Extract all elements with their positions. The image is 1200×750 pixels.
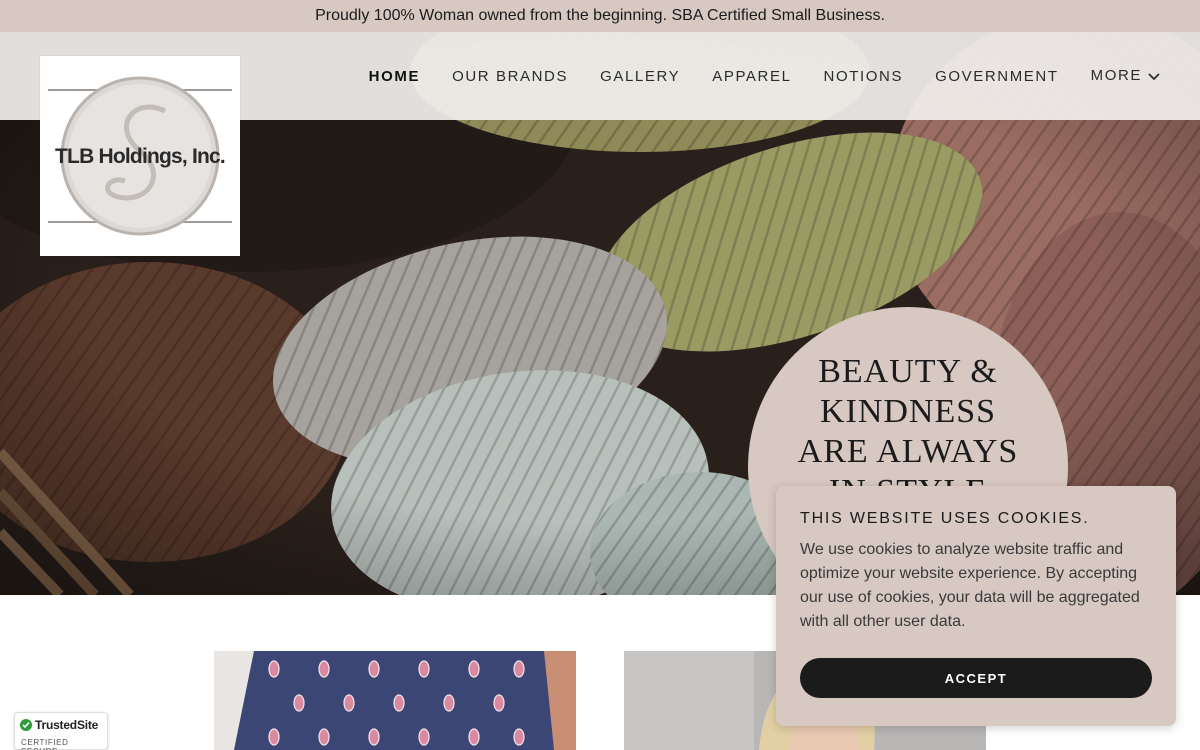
tagline-line: ARE ALWAYS — [797, 433, 1019, 470]
cookie-banner: THIS WEBSITE USES COOKIES. We use cookie… — [776, 486, 1176, 726]
trust-badge-subtitle: CERTIFIED SECURE — [21, 738, 69, 750]
product-card-dress[interactable] — [214, 651, 576, 750]
trust-badge-row: TrustedSite — [20, 718, 98, 732]
announcement-bar: Proudly 100% Woman owned from the beginn… — [0, 0, 1200, 32]
main-nav: HOME OUR BRANDS GALLERY APPAREL NOTIONS … — [337, 32, 1160, 120]
logo-image: TLB Holdings, Inc. — [48, 76, 232, 236]
dress-image — [214, 651, 576, 750]
checkmark-icon — [20, 719, 32, 731]
tagline-line: KINDNESS — [819, 393, 997, 430]
nav-notions[interactable]: NOTIONS — [824, 68, 904, 85]
accept-cookies-button[interactable]: ACCEPT — [800, 658, 1152, 698]
cookie-body: We use cookies to analyze website traffi… — [800, 541, 1140, 630]
trust-badge-name: TrustedSite — [35, 718, 99, 732]
announcement-text: Proudly 100% Woman owned from the beginn… — [315, 7, 885, 24]
tagline-line: BEAUTY & — [818, 353, 998, 390]
nav-gallery[interactable]: GALLERY — [600, 68, 680, 85]
nav-our-brands[interactable]: OUR BRANDS — [452, 68, 568, 85]
trusted-site-badge[interactable]: TrustedSite CERTIFIED SECURE — [14, 712, 108, 750]
nav-more[interactable]: MORE — [1091, 67, 1160, 85]
company-logo[interactable]: TLB Holdings, Inc. — [40, 56, 240, 256]
logo-text: TLB Holdings, Inc. — [55, 145, 225, 168]
cookie-title: THIS WEBSITE USES COOKIES. — [800, 510, 1090, 527]
nav-home[interactable]: HOME — [369, 68, 420, 85]
nav-government[interactable]: GOVERNMENT — [935, 68, 1059, 85]
nav-apparel[interactable]: APPAREL — [712, 68, 791, 85]
chevron-down-icon — [1148, 68, 1160, 85]
nav-more-label: MORE — [1090, 67, 1142, 85]
